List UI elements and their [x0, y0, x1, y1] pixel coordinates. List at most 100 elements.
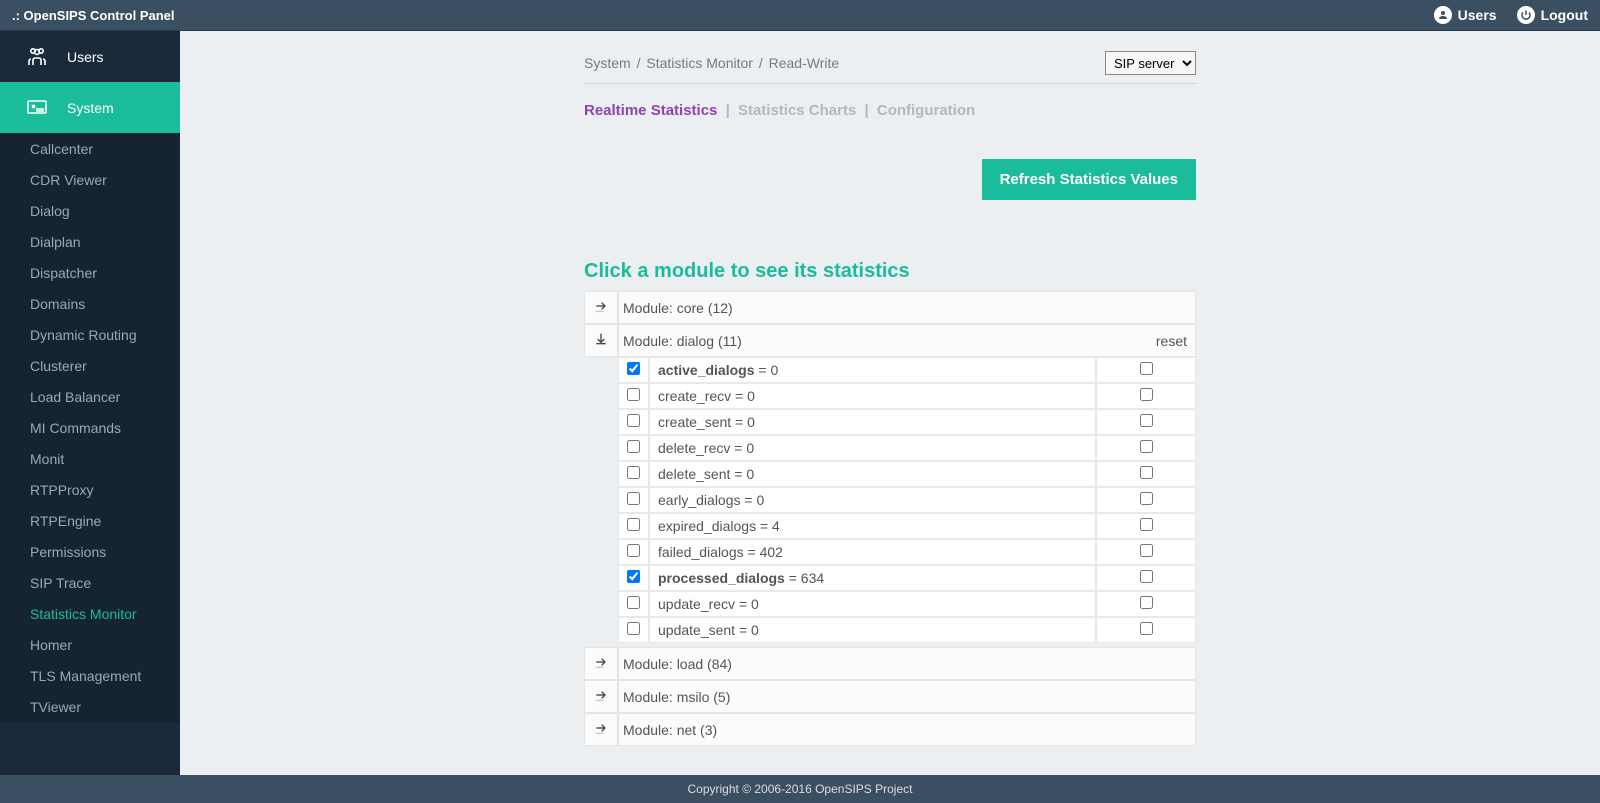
stat-reset-checkbox[interactable]: [1140, 440, 1153, 453]
sidebar-item[interactable]: Dialog: [0, 195, 180, 226]
stat-name-cell: delete_recv = 0: [649, 435, 1096, 461]
stat-reset-checkbox[interactable]: [1140, 414, 1153, 427]
stat-name-cell: create_recv = 0: [649, 383, 1096, 409]
sidebar-item[interactable]: Clusterer: [0, 350, 180, 381]
module-row[interactable]: Module: net (3): [584, 713, 1196, 746]
sidebar-item[interactable]: Homer: [0, 629, 180, 660]
tab-realtime[interactable]: Realtime Statistics: [584, 102, 717, 119]
sidebar-item[interactable]: Dialplan: [0, 226, 180, 257]
expand-icon[interactable]: [584, 291, 618, 324]
sidebar-item[interactable]: MI Commands: [0, 412, 180, 443]
system-select-wrap: SIP server: [1105, 51, 1196, 75]
stat-reset-checkbox[interactable]: [1140, 596, 1153, 609]
stat-select-checkbox[interactable]: [627, 544, 640, 557]
sidebar-item[interactable]: SIP Trace: [0, 567, 180, 598]
stat-row: processed_dialogs = 634: [584, 565, 1196, 591]
header-logout-label: Logout: [1541, 7, 1588, 23]
stat-name-cell: update_sent = 0: [649, 617, 1096, 643]
sidebar-cat-users-label: Users: [67, 49, 104, 65]
breadcrumb-0[interactable]: System: [584, 55, 631, 71]
stat-select-checkbox[interactable]: [627, 622, 640, 635]
stat-reset-checkbox[interactable]: [1140, 622, 1153, 635]
stat-select-checkbox[interactable]: [627, 596, 640, 609]
sidebar-item[interactable]: Load Balancer: [0, 381, 180, 412]
stat-name-cell: expired_dialogs = 4: [649, 513, 1096, 539]
breadcrumb: System / Statistics Monitor / Read-Write: [584, 55, 839, 71]
sidebar-cat-system[interactable]: System: [0, 82, 180, 133]
sidebar-item[interactable]: Domains: [0, 288, 180, 319]
stat-reset-checkbox[interactable]: [1140, 570, 1153, 583]
tab-config[interactable]: Configuration: [877, 102, 975, 119]
stat-select-checkbox[interactable]: [627, 518, 640, 531]
module-label[interactable]: Module: net (3): [618, 713, 1196, 746]
module-row[interactable]: Module: msilo (5): [584, 680, 1196, 713]
stat-reset-checkbox[interactable]: [1140, 362, 1153, 375]
refresh-button[interactable]: Refresh Statistics Values: [982, 159, 1196, 200]
system-select[interactable]: SIP server: [1105, 51, 1196, 75]
module-label[interactable]: Module: msilo (5): [618, 680, 1196, 713]
module-row[interactable]: Module: load (84): [584, 647, 1196, 680]
sidebar-item[interactable]: RTPProxy: [0, 474, 180, 505]
sidebar-item[interactable]: Permissions: [0, 536, 180, 567]
sidebar-item[interactable]: CDR Viewer: [0, 164, 180, 195]
footer: Copyright © 2006-2016 OpenSIPS Project: [0, 775, 1600, 803]
stat-row: failed_dialogs = 402: [584, 539, 1196, 565]
sidebar-item[interactable]: Monit: [0, 443, 180, 474]
module-label[interactable]: Module: load (84): [618, 647, 1196, 680]
module-row[interactable]: Module: dialog (11)reset: [584, 324, 1196, 357]
stat-select-checkbox[interactable]: [627, 388, 640, 401]
stat-name-cell: update_recv = 0: [649, 591, 1096, 617]
module-label[interactable]: Module: dialog (11)reset: [618, 324, 1196, 357]
sidebar-cat-users[interactable]: Users: [0, 31, 180, 82]
footer-text: Copyright © 2006-2016 OpenSIPS Project: [688, 782, 913, 796]
module-label[interactable]: Module: core (12): [618, 291, 1196, 324]
sidebar-cat-system-label: System: [67, 100, 114, 116]
header-users-label: Users: [1458, 7, 1497, 23]
main-content: System / Statistics Monitor / Read-Write…: [180, 31, 1600, 775]
expand-icon[interactable]: [584, 680, 618, 713]
collapse-icon[interactable]: [584, 324, 618, 357]
stat-select-checkbox[interactable]: [627, 414, 640, 427]
tab-charts[interactable]: Statistics Charts: [738, 102, 856, 119]
stat-name-cell: delete_sent = 0: [649, 461, 1096, 487]
reset-link[interactable]: reset: [1156, 333, 1187, 349]
stat-row: create_sent = 0: [584, 409, 1196, 435]
stat-reset-checkbox[interactable]: [1140, 544, 1153, 557]
sidebar-item[interactable]: RTPEngine: [0, 505, 180, 536]
sidebar-item[interactable]: TViewer: [0, 691, 180, 722]
expand-icon[interactable]: [584, 713, 618, 746]
stat-row: create_recv = 0: [584, 383, 1196, 409]
stat-select-checkbox[interactable]: [627, 492, 640, 505]
stat-reset-checkbox[interactable]: [1140, 466, 1153, 479]
sidebar-item[interactable]: Dispatcher: [0, 257, 180, 288]
sidebar-item[interactable]: Statistics Monitor: [0, 598, 180, 629]
stat-select-checkbox[interactable]: [627, 466, 640, 479]
header-users-link[interactable]: Users: [1434, 6, 1497, 24]
stat-row: delete_recv = 0: [584, 435, 1196, 461]
module-row[interactable]: Module: core (12): [584, 291, 1196, 324]
stat-row: active_dialogs = 0: [584, 357, 1196, 383]
stat-name-cell: failed_dialogs = 402: [649, 539, 1096, 565]
sidebar-item[interactable]: Callcenter: [0, 133, 180, 164]
stat-reset-checkbox[interactable]: [1140, 518, 1153, 531]
breadcrumb-1[interactable]: Statistics Monitor: [646, 55, 753, 71]
stat-select-checkbox[interactable]: [627, 362, 640, 375]
sidebar-item[interactable]: Dynamic Routing: [0, 319, 180, 350]
modules-heading: Click a module to see its statistics: [584, 260, 1196, 283]
expand-icon[interactable]: [584, 647, 618, 680]
stat-select-checkbox[interactable]: [627, 440, 640, 453]
stat-row: expired_dialogs = 4: [584, 513, 1196, 539]
stat-name-cell: early_dialogs = 0: [649, 487, 1096, 513]
breadcrumb-2: Read-Write: [769, 55, 840, 71]
stat-row: update_recv = 0: [584, 591, 1196, 617]
sidebar-item[interactable]: TLS Management: [0, 660, 180, 691]
stat-name-cell: processed_dialogs = 634: [649, 565, 1096, 591]
stat-row: delete_sent = 0: [584, 461, 1196, 487]
stat-reset-checkbox[interactable]: [1140, 388, 1153, 401]
system-icon: [25, 96, 49, 120]
header-logout-link[interactable]: Logout: [1517, 6, 1588, 24]
stat-reset-checkbox[interactable]: [1140, 492, 1153, 505]
stat-row: early_dialogs = 0: [584, 487, 1196, 513]
stat-select-checkbox[interactable]: [627, 570, 640, 583]
tabs: Realtime Statistics | Statistics Charts …: [584, 102, 1196, 119]
